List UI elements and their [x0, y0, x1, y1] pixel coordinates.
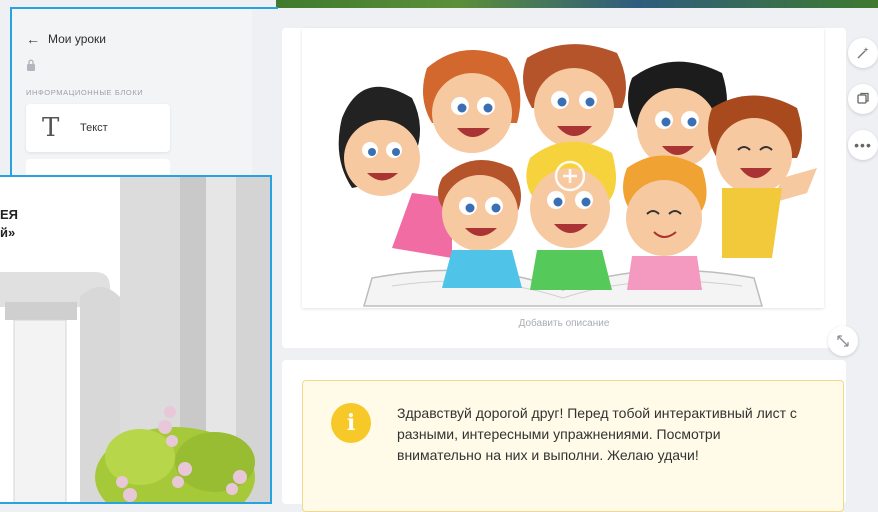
block-item-text[interactable]: T Текст: [26, 104, 170, 152]
selection-border-left: [10, 7, 12, 177]
more-icon: •••: [854, 137, 872, 153]
overlay-preview: ЕЯ й»: [0, 175, 272, 504]
copy-icon: [857, 92, 869, 104]
overlay-subtitle: й»: [0, 225, 16, 240]
resize-icon: [837, 335, 849, 347]
block-item-label: Текст: [80, 122, 108, 134]
children-illustration: [338, 44, 817, 307]
back-link[interactable]: ← Мои уроки: [26, 31, 106, 47]
info-box: i Здравствуй дорогой друг! Перед тобой и…: [302, 380, 844, 512]
magic-wand-icon: [857, 47, 869, 59]
info-block[interactable]: i Здравствуй дорогой друг! Перед тобой и…: [282, 360, 846, 512]
more-button[interactable]: •••: [848, 130, 878, 160]
arrow-left-icon: ←: [26, 31, 40, 47]
lock-icon: [27, 59, 35, 71]
text-icon: T: [42, 113, 60, 143]
copy-button[interactable]: [848, 84, 878, 114]
section-title: ИНФОРМАЦИОННЫЕ БЛОКИ: [26, 88, 144, 97]
selection-border-top: [10, 7, 278, 9]
header-photo-strip: [276, 0, 878, 8]
kids-image: [302, 28, 824, 308]
info-text[interactable]: Здравствуй дорогой друг! Перед тобой инт…: [397, 403, 797, 466]
info-icon: i: [331, 403, 371, 443]
description-placeholder[interactable]: Добавить описание: [282, 318, 846, 329]
back-link-label: Мои уроки: [48, 32, 107, 46]
magic-wand-button[interactable]: [848, 38, 878, 68]
image-block[interactable]: Добавить описание: [282, 28, 846, 348]
overlay-illustration: [0, 177, 270, 502]
resize-button[interactable]: [828, 326, 858, 356]
overlay-title: ЕЯ: [0, 207, 19, 222]
